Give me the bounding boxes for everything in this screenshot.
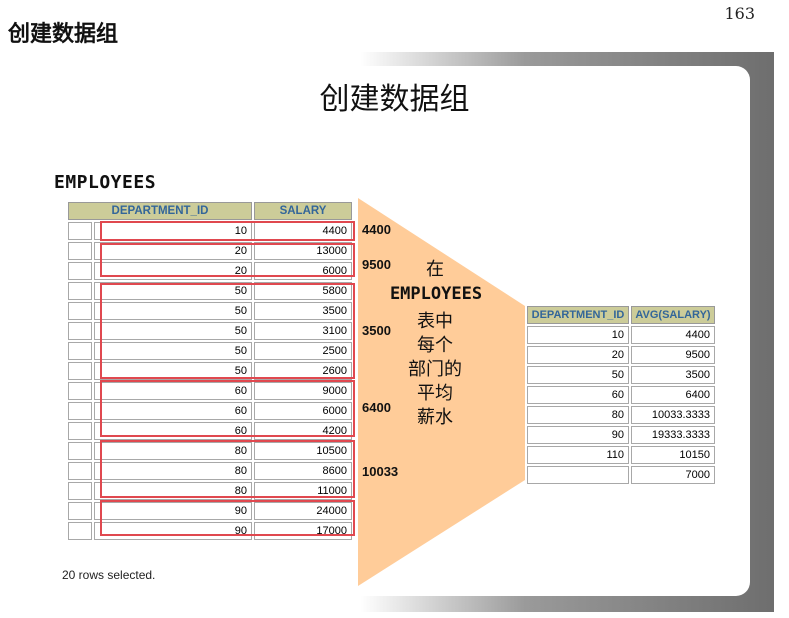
row-cell-blank [68, 222, 92, 240]
row-cell-blank [68, 302, 92, 320]
cell-avg-salary: 3500 [631, 366, 715, 384]
rows-selected-text: 20 rows selected. [62, 568, 156, 582]
cell-department-id: 80 [527, 406, 629, 424]
row-cell-blank [68, 402, 92, 420]
group-avg-label: 9500 [362, 257, 391, 272]
cell-avg-salary: 7000 [631, 466, 715, 484]
table-row: 60 6400 [527, 386, 715, 404]
cell-avg-salary: 19333.3333 [631, 426, 715, 444]
group-avg-label: 4400 [362, 222, 391, 237]
funnel-text-line5: 部门的 [408, 359, 462, 380]
cell-department-id: 90 [527, 426, 629, 444]
row-cell-blank [68, 262, 92, 280]
funnel-text-line1: 在 [426, 259, 444, 280]
column-header-avg-salary: AVG(SALARY) [631, 306, 715, 324]
row-cell-blank [68, 522, 92, 540]
funnel-text-line4: 每个 [417, 335, 453, 356]
cell-department-id: 20 [527, 346, 629, 364]
table-row: 20 9500 [527, 346, 715, 364]
funnel-text-line3: 表中 [417, 311, 453, 332]
group-avg-label: 3500 [362, 323, 391, 338]
cell-department-id: 110 [527, 446, 629, 464]
funnel-text-employees: EMPLOYEES [389, 284, 483, 304]
cell-avg-salary: 4400 [631, 326, 715, 344]
employees-caption: EMPLOYEES [54, 172, 157, 193]
row-cell-blank [68, 342, 92, 360]
group-box-dept-60 [100, 380, 355, 437]
cell-department-id: 50 [527, 366, 629, 384]
group-avg-label: 6400 [362, 400, 391, 415]
group-box-dept-80 [100, 440, 355, 498]
row-cell-blank [68, 462, 92, 480]
table-row: 50 3500 [527, 366, 715, 384]
row-cell-blank [68, 322, 92, 340]
cell-avg-salary: 10033.3333 [631, 406, 715, 424]
table-row: 10 4400 [527, 326, 715, 344]
row-cell-blank [68, 502, 92, 520]
column-header-department-id: DEPARTMENT_ID [68, 202, 252, 220]
cell-avg-salary: 6400 [631, 386, 715, 404]
group-avg-label: 10033 [362, 464, 399, 479]
cell-avg-salary: 9500 [631, 346, 715, 364]
row-cell-blank [68, 482, 92, 500]
column-header-department-id: DEPARTMENT_ID [527, 306, 629, 324]
cell-department-id [527, 466, 629, 484]
group-box-dept-20 [100, 243, 355, 277]
row-cell-blank [68, 442, 92, 460]
group-box-dept-10 [100, 221, 355, 241]
group-box-dept-50 [100, 283, 355, 379]
group-box-dept-90 [100, 500, 355, 536]
table-row: 7000 [527, 466, 715, 484]
column-header-salary: SALARY [254, 202, 352, 220]
avg-header-row: DEPARTMENT_ID AVG(SALARY) [527, 306, 715, 324]
avg-salary-table: DEPARTMENT_ID AVG(SALARY) 10 4400 20 9500 50… [525, 304, 717, 486]
row-cell-blank [68, 362, 92, 380]
funnel-text-line6: 平均 [417, 383, 453, 404]
row-cell-blank [68, 242, 92, 260]
table-row: 90 19333.3333 [527, 426, 715, 444]
row-cell-blank [68, 282, 92, 300]
funnel-text-line2: EMPLOYEES [376, 282, 496, 306]
cell-avg-salary: 10150 [631, 446, 715, 464]
cell-department-id: 10 [527, 326, 629, 344]
cell-department-id: 60 [527, 386, 629, 404]
funnel-text-line7: 薪水 [417, 407, 453, 428]
table-row: 110 10150 [527, 446, 715, 464]
row-cell-blank [68, 382, 92, 400]
employees-header-row: DEPARTMENT_ID SALARY [68, 202, 352, 220]
row-cell-blank [68, 422, 92, 440]
table-row: 80 10033.3333 [527, 406, 715, 424]
